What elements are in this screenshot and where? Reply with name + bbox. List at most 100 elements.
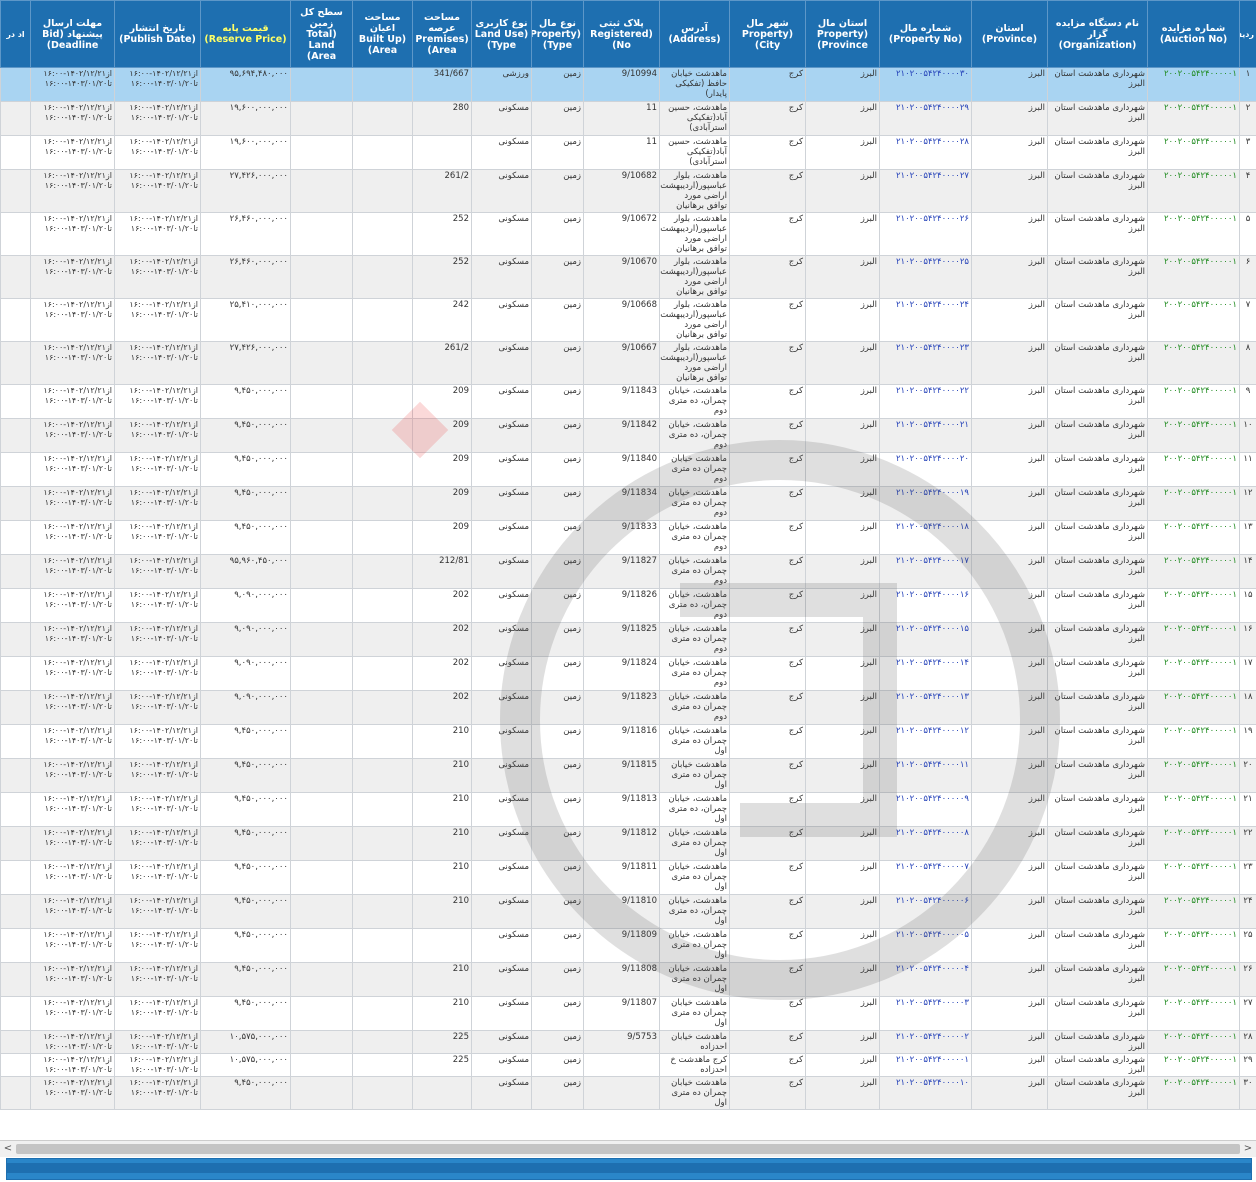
col-header-address[interactable]: آدرس (Address) — [659, 0, 730, 68]
col-header-reserve-price[interactable]: قیمت پایه (Reserve Price) — [200, 0, 291, 68]
cell-province: البرز — [971, 928, 1048, 963]
col-header-extra[interactable]: اد در — [0, 0, 31, 68]
col-header-total-land-area[interactable]: سطح کل زمین (Total Land Area) — [290, 0, 353, 68]
scroll-left-icon[interactable]: < — [2, 1142, 14, 1156]
cell-property-no: ۲۱۰۲۰۰۵۴۲۴۰۰۰۰۱۱ — [879, 758, 972, 793]
cell-reserve-price: ۹,۴۵۰,۰۰۰,۰۰۰ — [200, 962, 291, 997]
cell-address: ماهدشت، خیابان چمران ده متری اول — [659, 826, 730, 861]
cell-auction-no: ۲۰۰۲۰۰۵۴۲۴۰۰۰۰۰۱ — [1147, 554, 1240, 589]
cell-property-no: ۲۱۰۲۰۰۵۴۲۴۰۰۰۰۱۵ — [879, 622, 972, 657]
cell-built-up-area — [352, 1053, 413, 1077]
cell-auction-no: ۲۰۰۲۰۰۵۴۲۴۰۰۰۰۰۱ — [1147, 452, 1240, 487]
col-header-property-type[interactable]: نوع مال (Property Type) — [531, 0, 584, 68]
cell-publish-date: از۱۴۰۲/۱۲/۲۱-۱۶:۰۰ تا۱۴۰۳/۰۱/۲۰-۱۶:۰۰ — [114, 554, 201, 589]
table-row[interactable]: ۸ ۲۰۰۲۰۰۵۴۲۴۰۰۰۰۰۱ شهرداری ماهدشت استان ال… — [0, 341, 1256, 385]
table-row[interactable]: ۱۹ ۲۰۰۲۰۰۵۴۲۴۰۰۰۰۰۱ شهرداری ماهدشت استان ا… — [0, 724, 1256, 759]
cell-extra — [0, 826, 31, 861]
table-row[interactable]: ۲ ۲۰۰۲۰۰۵۴۲۴۰۰۰۰۰۱ شهرداری ماهدشت استان ال… — [0, 101, 1256, 136]
cell-extra — [0, 1076, 31, 1110]
cell-registered-no: 9/11834 — [583, 486, 660, 521]
table-row[interactable]: ۲۲ ۲۰۰۲۰۰۵۴۲۴۰۰۰۰۰۱ شهرداری ماهدشت استان ا… — [0, 826, 1256, 861]
table-row[interactable]: ۲۳ ۲۰۰۲۰۰۵۴۲۴۰۰۰۰۰۱ شهرداری ماهدشت استان ا… — [0, 860, 1256, 895]
col-header-deadline[interactable]: مهلت ارسال پیشنهاد (Bid Deadline) — [30, 0, 115, 68]
col-header-property-city[interactable]: شهر مال (Property City) — [729, 0, 806, 68]
cell-property-type: زمین — [531, 656, 584, 691]
table-row[interactable]: ۷ ۲۰۰۲۰۰۵۴۲۴۰۰۰۰۰۱ شهرداری ماهدشت استان ال… — [0, 298, 1256, 342]
cell-address: ماهدشت خیابان چمران ده متری اول — [659, 758, 730, 793]
table-row[interactable]: ۲۰ ۲۰۰۲۰۰۵۴۲۴۰۰۰۰۰۱ شهرداری ماهدشت استان ا… — [0, 758, 1256, 793]
table-row[interactable]: ۱ ۲۰۰۲۰۰۵۴۲۴۰۰۰۰۰۱ شهرداری ماهدشت استان ال… — [0, 67, 1256, 102]
cell-property-province: البرز — [805, 1030, 880, 1054]
scroll-right-icon[interactable]: > — [1242, 1142, 1254, 1156]
table-row[interactable]: ۶ ۲۰۰۲۰۰۵۴۲۴۰۰۰۰۰۱ شهرداری ماهدشت استان ال… — [0, 255, 1256, 299]
table-row[interactable]: ۹ ۲۰۰۲۰۰۵۴۲۴۰۰۰۰۰۱ شهرداری ماهدشت استان ال… — [0, 384, 1256, 419]
cell-extra — [0, 724, 31, 759]
cell-publish-date: از۱۴۰۲/۱۲/۲۱-۱۶:۰۰ تا۱۴۰۳/۰۱/۲۰-۱۶:۰۰ — [114, 690, 201, 725]
cell-reserve-price: ۹,۰۹۰,۰۰۰,۰۰۰ — [200, 588, 291, 623]
cell-property-province: البرز — [805, 860, 880, 895]
col-header-row-number[interactable]: ردیف — [1239, 0, 1256, 68]
cell-property-city: کرج — [729, 996, 806, 1031]
cell-reserve-price: ۱۹,۶۰۰,۰۰۰,۰۰۰ — [200, 135, 291, 170]
table-row[interactable]: ۱۸ ۲۰۰۲۰۰۵۴۲۴۰۰۰۰۰۱ شهرداری ماهدشت استان ا… — [0, 690, 1256, 725]
cell-registered-no: 9/11807 — [583, 996, 660, 1031]
table-row[interactable]: ۲۶ ۲۰۰۲۰۰۵۴۲۴۰۰۰۰۰۱ شهرداری ماهدشت استان ا… — [0, 962, 1256, 997]
col-header-property-no[interactable]: شماره مال (Property No) — [879, 0, 972, 68]
col-header-premises-area[interactable]: مساحت عرصه (Premises Area) — [412, 0, 472, 68]
table-row[interactable]: ۴ ۲۰۰۲۰۰۵۴۲۴۰۰۰۰۰۱ شهرداری ماهدشت استان ال… — [0, 169, 1256, 213]
table-row[interactable]: ۱۲ ۲۰۰۲۰۰۵۴۲۴۰۰۰۰۰۱ شهرداری ماهدشت استان ا… — [0, 486, 1256, 521]
cell-property-type: زمین — [531, 341, 584, 385]
cell-property-province: البرز — [805, 962, 880, 997]
col-header-auction-no[interactable]: شماره مزایده (Auction No) — [1147, 0, 1240, 68]
col-header-built-up-area[interactable]: مساحت اعیان (Built Up Area) — [352, 0, 413, 68]
cell-extra — [0, 255, 31, 299]
cell-property-province: البرز — [805, 724, 880, 759]
cell-property-no: ۲۱۰۲۰۰۵۴۲۴۰۰۰۰۱۳ — [879, 690, 972, 725]
table-row[interactable]: ۲۵ ۲۰۰۲۰۰۵۴۲۴۰۰۰۰۰۱ شهرداری ماهدشت استان ا… — [0, 928, 1256, 963]
cell-land-use: مسکونی — [471, 792, 532, 827]
cell-premises-area: 210 — [412, 724, 472, 759]
table-row[interactable]: ۲۱ ۲۰۰۲۰۰۵۴۲۴۰۰۰۰۰۱ شهرداری ماهدشت استان ا… — [0, 792, 1256, 827]
cell-built-up-area — [352, 690, 413, 725]
table-row[interactable]: ۵ ۲۰۰۲۰۰۵۴۲۴۰۰۰۰۰۱ شهرداری ماهدشت استان ال… — [0, 212, 1256, 256]
cell-publish-date: از۱۴۰۲/۱۲/۲۱-۱۶:۰۰ تا۱۴۰۳/۰۱/۲۰-۱۶:۰۰ — [114, 656, 201, 691]
cell-property-no: ۲۱۰۲۰۰۵۴۲۴۰۰۰۰۰۸ — [879, 826, 972, 861]
table-row[interactable]: ۲۷ ۲۰۰۲۰۰۵۴۲۴۰۰۰۰۰۱ شهرداری ماهدشت استان ا… — [0, 996, 1256, 1031]
cell-property-city: کرج — [729, 384, 806, 419]
table-row[interactable]: ۱۳ ۲۰۰۲۰۰۵۴۲۴۰۰۰۰۰۱ شهرداری ماهدشت استان ا… — [0, 520, 1256, 555]
table-row[interactable]: ۱۴ ۲۰۰۲۰۰۵۴۲۴۰۰۰۰۰۱ شهرداری ماهدشت استان ا… — [0, 554, 1256, 589]
col-header-publish-date[interactable]: تاریخ انتشار (Publish Date) — [114, 0, 201, 68]
table-row[interactable]: ۱۱ ۲۰۰۲۰۰۵۴۲۴۰۰۰۰۰۱ شهرداری ماهدشت استان ا… — [0, 452, 1256, 487]
cell-extra — [0, 554, 31, 589]
col-header-organization[interactable]: نام دستگاه مزایده گزار (Organization) — [1047, 0, 1148, 68]
cell-land-use: مسکونی — [471, 212, 532, 256]
cell-publish-date: از۱۴۰۲/۱۲/۲۱-۱۶:۰۰ تا۱۴۰۳/۰۱/۲۰-۱۶:۰۰ — [114, 860, 201, 895]
table-row[interactable]: ۱۶ ۲۰۰۲۰۰۵۴۲۴۰۰۰۰۰۱ شهرداری ماهدشت استان ا… — [0, 622, 1256, 657]
table-row[interactable]: ۳ ۲۰۰۲۰۰۵۴۲۴۰۰۰۰۰۱ شهرداری ماهدشت استان ال… — [0, 135, 1256, 170]
table-row[interactable]: ۱۷ ۲۰۰۲۰۰۵۴۲۴۰۰۰۰۰۱ شهرداری ماهدشت استان ا… — [0, 656, 1256, 691]
cell-publish-date: از۱۴۰۲/۱۲/۲۱-۱۶:۰۰ تا۱۴۰۳/۰۱/۲۰-۱۶:۰۰ — [114, 962, 201, 997]
cell-property-type: زمین — [531, 1030, 584, 1054]
col-header-land-use[interactable]: نوع کاربری (Land Use Type) — [471, 0, 532, 68]
cell-address: ماهدشت، بلوار عباسپور(اردیبهشت اراضی مور… — [659, 341, 730, 385]
cell-publish-date: از۱۴۰۲/۱۲/۲۱-۱۶:۰۰ تا۱۴۰۳/۰۱/۲۰-۱۶:۰۰ — [114, 520, 201, 555]
table-row[interactable]: ۲۹ ۲۰۰۲۰۰۵۴۲۴۰۰۰۰۰۱ شهرداری ماهدشت استان ا… — [0, 1053, 1256, 1077]
cell-land-use: مسکونی — [471, 169, 532, 213]
cell-auction-no: ۲۰۰۲۰۰۵۴۲۴۰۰۰۰۰۱ — [1147, 962, 1240, 997]
cell-total-land-area — [290, 724, 353, 759]
cell-deadline: از۱۴۰۲/۱۲/۲۱-۱۶:۰۰ تا۱۴۰۳/۰۱/۲۰-۱۶:۰۰ — [30, 724, 115, 759]
table-row[interactable]: ۱۰ ۲۰۰۲۰۰۵۴۲۴۰۰۰۰۰۱ شهرداری ماهدشت استان ا… — [0, 418, 1256, 453]
table-row[interactable]: ۲۴ ۲۰۰۲۰۰۵۴۲۴۰۰۰۰۰۱ شهرداری ماهدشت استان ا… — [0, 894, 1256, 929]
table-row[interactable]: ۱۵ ۲۰۰۲۰۰۵۴۲۴۰۰۰۰۰۱ شهرداری ماهدشت استان ا… — [0, 588, 1256, 623]
table-row[interactable]: ۳۰ ۲۰۰۲۰۰۵۴۲۴۰۰۰۰۰۱ شهرداری ماهدشت استان ا… — [0, 1076, 1256, 1110]
cell-total-land-area — [290, 212, 353, 256]
col-header-property-province[interactable]: استان مال (Property Province) — [805, 0, 880, 68]
col-header-province[interactable]: استان (Province) — [971, 0, 1048, 68]
cell-registered-no — [583, 1076, 660, 1110]
scrollbar-thumb[interactable] — [16, 1144, 1240, 1154]
cell-built-up-area — [352, 996, 413, 1031]
cell-reserve-price: ۹,۴۵۰,۰۰۰,۰۰۰ — [200, 1076, 291, 1110]
table-row[interactable]: ۲۸ ۲۰۰۲۰۰۵۴۲۴۰۰۰۰۰۱ شهرداری ماهدشت استان ا… — [0, 1030, 1256, 1054]
col-header-registered-no[interactable]: پلاک ثبتی (Registered No) — [583, 0, 660, 68]
horizontal-scrollbar[interactable]: < > — [0, 1140, 1256, 1157]
